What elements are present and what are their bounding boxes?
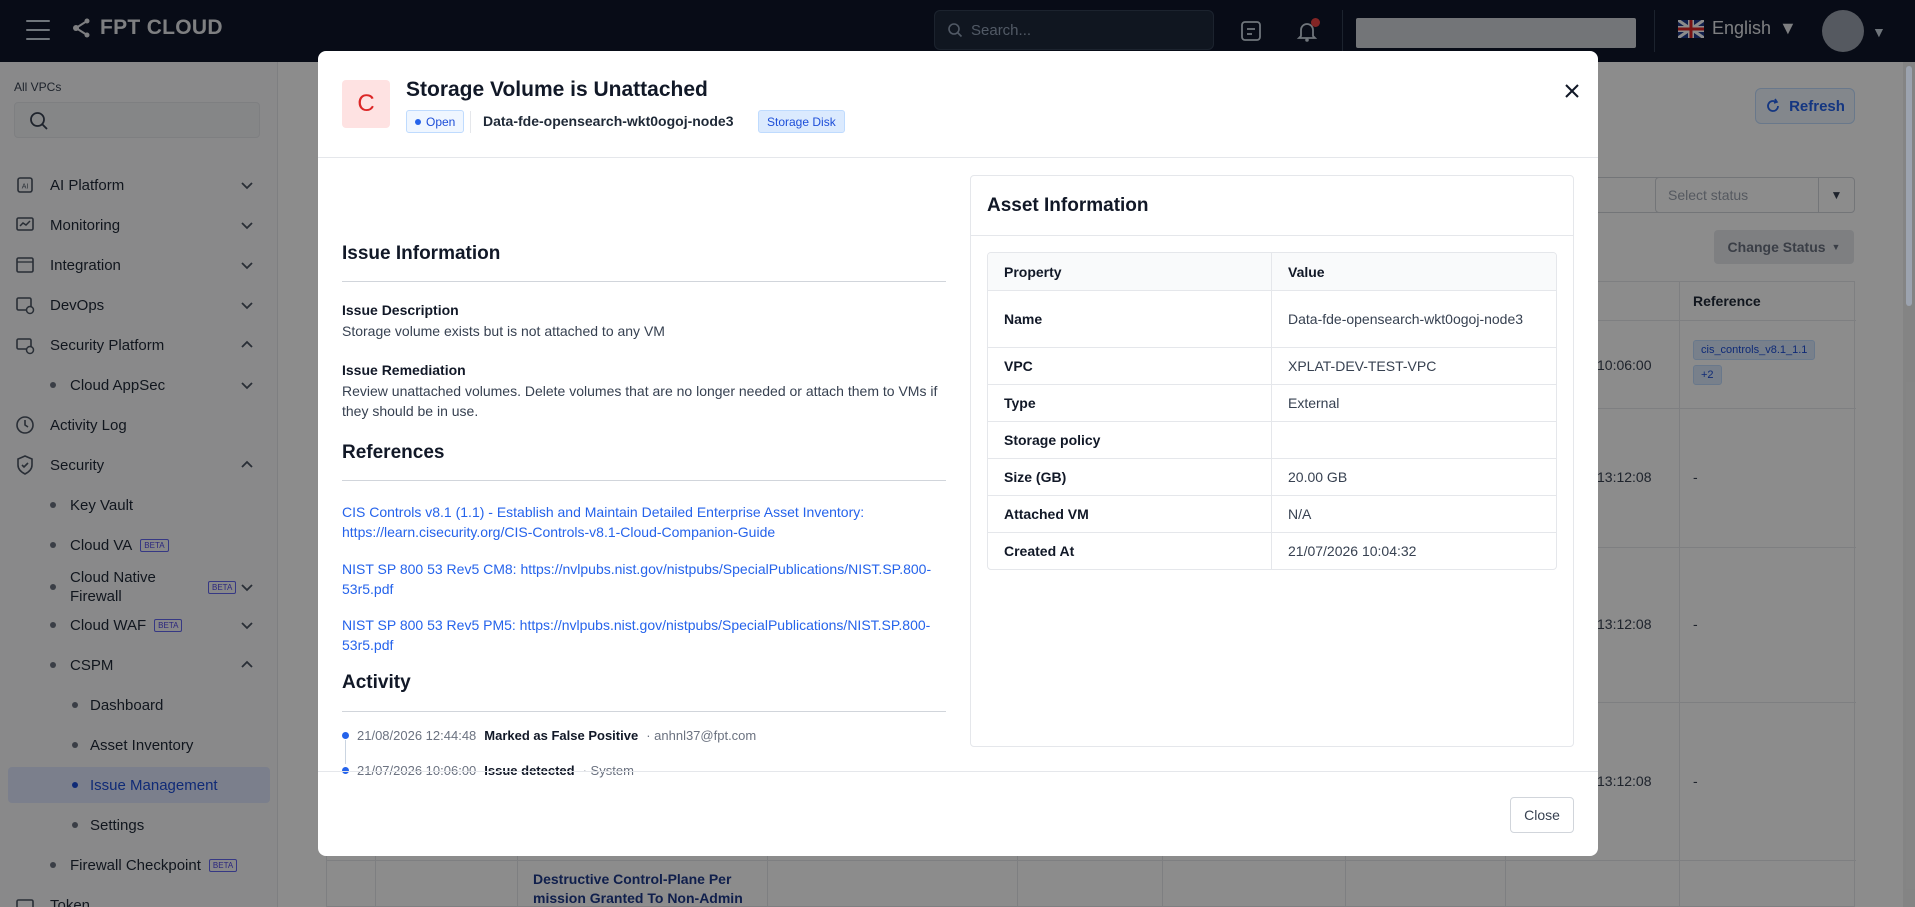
divider: [342, 711, 946, 712]
table-header-row: Property Value: [988, 253, 1556, 290]
property-value: Data-fde-opensearch-wkt0ogoj-node3: [1288, 311, 1524, 327]
property-value: XPLAT-DEV-TEST-VPC: [1288, 358, 1437, 374]
asset-name: Data-fde-opensearch-wkt0ogoj-node3: [483, 113, 734, 129]
property-value: External: [1288, 395, 1340, 411]
asset-type-badge: Storage Disk: [758, 110, 845, 133]
issue-remediation-text: Review unattached volumes. Delete volume…: [342, 383, 938, 419]
close-icon[interactable]: [1560, 79, 1584, 103]
modal-footer: Close: [318, 771, 1598, 856]
issue-description-label: Issue Description: [342, 302, 459, 318]
references-title: References: [342, 442, 445, 463]
issue-description-text: Storage volume exists but is not attache…: [342, 323, 665, 339]
activity-time: 21/08/2026 12:44:48: [357, 728, 477, 743]
activity-item: 21/08/2026 12:44:48 Marked as False Posi…: [342, 728, 756, 743]
modal-title: Storage Volume is Unattached: [406, 78, 708, 101]
property-key: Attached VM: [988, 496, 1272, 532]
property-value: 21/07/2026 10:04:32: [1288, 543, 1417, 559]
property-key: Storage policy: [988, 422, 1272, 458]
property-value: N/A: [1288, 506, 1312, 522]
table-row: Created At 21/07/2026 10:04:32: [988, 532, 1556, 569]
status-label: Open: [426, 114, 456, 129]
property-value: 20.00 GB: [1288, 469, 1348, 485]
table-row: Storage policy: [988, 421, 1556, 458]
column-header-value: Value: [1288, 263, 1325, 280]
table-row: Attached VM N/A: [988, 495, 1556, 532]
asset-property-table: Property Value Name Data-fde-opensearch-…: [987, 252, 1557, 570]
issue-remediation-label: Issue Remediation: [342, 362, 466, 378]
issue-info-title: Issue Information: [342, 243, 501, 264]
page-scrollbar[interactable]: [1903, 62, 1915, 907]
property-value: [1272, 422, 1556, 458]
modal-header: C Storage Volume is Unattached Open Data…: [318, 51, 1598, 158]
table-row: Size (GB) 20.00 GB: [988, 458, 1556, 495]
table-row: VPC XPLAT-DEV-TEST-VPC: [988, 347, 1556, 384]
divider: [470, 111, 471, 133]
property-key: Created At: [988, 533, 1272, 569]
status-dot: [415, 118, 421, 125]
reference-link[interactable]: NIST SP 800 53 Rev5 PM5: https://nvlpubs…: [342, 615, 946, 655]
table-row: Name Data-fde-opensearch-wkt0ogoj-node3: [988, 290, 1556, 347]
asset-info-title: Asset Information: [987, 195, 1149, 216]
asset-info-card: Asset Information Property Value Name Da…: [970, 175, 1574, 747]
activity-action: Marked as False Positive: [484, 728, 639, 743]
activity-user: · anhnl37@fpt.com: [646, 728, 757, 743]
table-row: Type External: [988, 384, 1556, 421]
reference-link[interactable]: CIS Controls v8.1 (1.1) - Establish and …: [342, 502, 946, 542]
severity-badge: C: [342, 80, 390, 128]
divider: [342, 480, 946, 481]
activity-timeline-line: [345, 740, 346, 764]
property-key: VPC: [988, 348, 1272, 384]
column-header-property: Property: [988, 253, 1272, 290]
scrollbar-thumb[interactable]: [1906, 66, 1912, 306]
issue-detail-modal: C Storage Volume is Unattached Open Data…: [318, 51, 1598, 856]
property-key: Size (GB): [988, 459, 1272, 495]
close-button[interactable]: Close: [1510, 797, 1574, 833]
divider: [971, 235, 1573, 236]
property-key: Type: [988, 385, 1272, 421]
status-badge: Open: [406, 110, 465, 133]
activity-title: Activity: [342, 672, 411, 693]
reference-link[interactable]: NIST SP 800 53 Rev5 CM8: https://nvlpubs…: [342, 559, 946, 599]
property-key: Name: [988, 291, 1272, 347]
divider: [342, 281, 946, 282]
timeline-dot: [342, 732, 349, 739]
